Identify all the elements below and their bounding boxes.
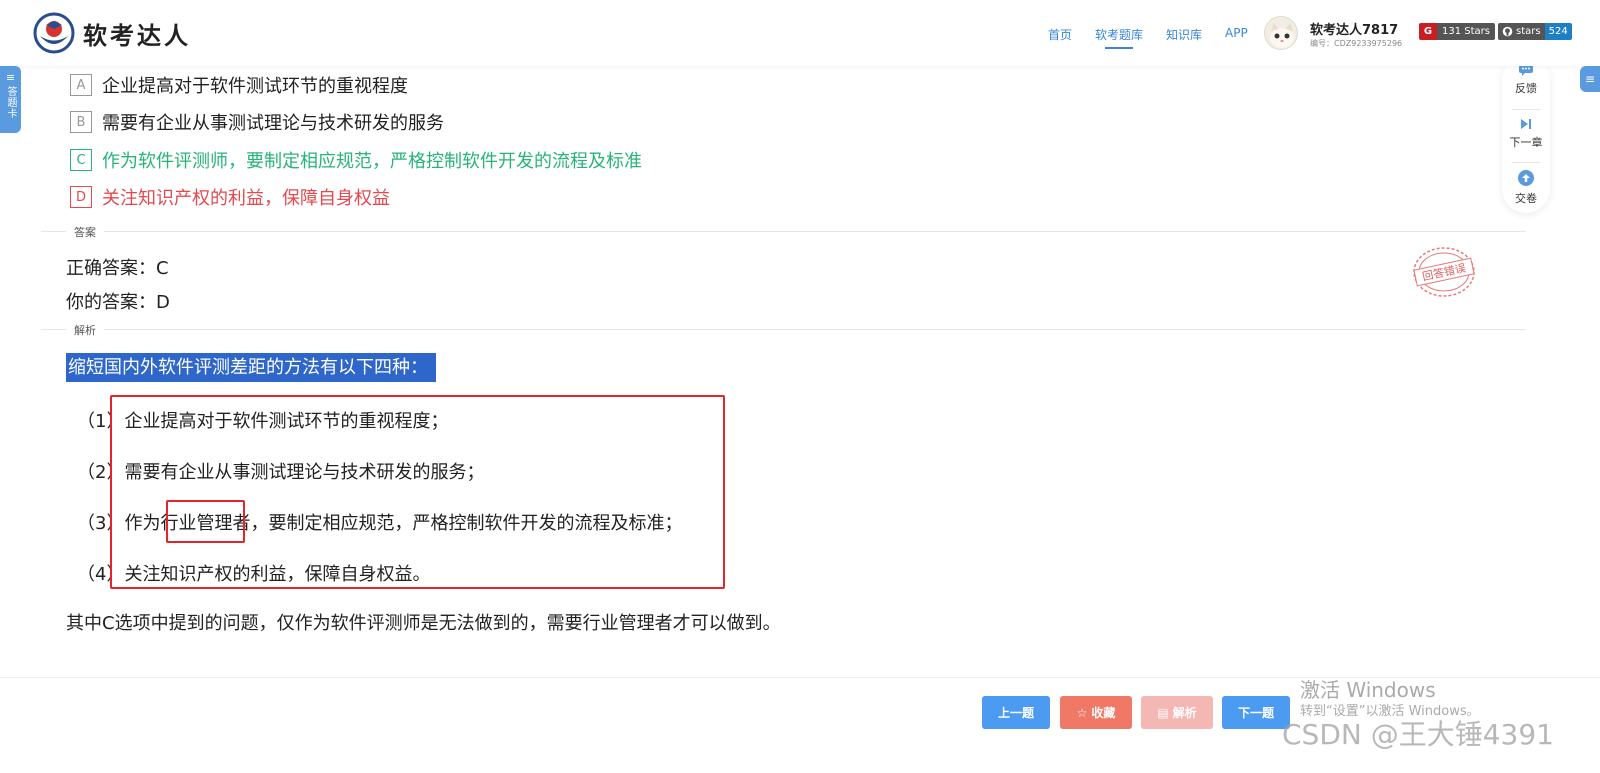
- wrong-answer-stamp: 回答错误: [1410, 245, 1478, 299]
- nav-home[interactable]: 首页: [1048, 26, 1072, 43]
- annotation-box: [110, 395, 725, 589]
- analysis-summary: 其中C选项中提到的问题，仅作为软件评测师是无法做到的，需要行业管理者才可以做到。: [66, 613, 781, 634]
- next-label: 下一题: [1237, 706, 1274, 720]
- user-name[interactable]: 软考达人7817: [1310, 19, 1398, 38]
- answer-section-label: 答案: [66, 224, 104, 240]
- github-stars-label: stars: [1516, 26, 1541, 37]
- analysis-section-label: 解析: [66, 322, 104, 338]
- feedback-button[interactable]: 反馈: [1502, 64, 1550, 96]
- main-nav: 首页 软考题库 知识库 APP: [1048, 26, 1271, 49]
- windows-activation-title: 激活 Windows: [1300, 678, 1436, 702]
- right-menu-tab[interactable]: ≡: [1580, 66, 1600, 92]
- brand-logo[interactable]: 软考达人: [33, 12, 191, 54]
- your-answer: 你的答案：D: [66, 292, 170, 313]
- submit-label: 交卷: [1515, 192, 1537, 205]
- favorite-label: 收藏: [1091, 706, 1116, 720]
- analysis-button[interactable]: ▤ 解析: [1141, 696, 1213, 729]
- submit-exam-button[interactable]: 交卷: [1502, 170, 1550, 206]
- star-icon: ☆: [1076, 705, 1088, 720]
- avatar[interactable]: [1264, 16, 1298, 50]
- menu-icon: ≡: [5, 71, 16, 84]
- next-question-button[interactable]: 下一题: [1222, 696, 1290, 729]
- prev-question-button[interactable]: 上一题: [982, 696, 1050, 729]
- answer-divider: [41, 231, 1526, 232]
- github-icon: [1502, 26, 1513, 37]
- stamp-icon: 回答错误: [1413, 247, 1475, 297]
- option-text: 关注知识产权的利益，保障自身权益: [102, 188, 390, 209]
- divider: [1512, 162, 1540, 163]
- gitee-stars-count: 131 Stars: [1437, 23, 1495, 40]
- option-text: 需要有企业从事测试理论与技术研发的服务: [102, 113, 444, 134]
- analysis-divider: [41, 329, 1526, 330]
- annotation-box-keyword: [166, 500, 245, 543]
- favorite-button[interactable]: ☆ 收藏: [1060, 696, 1132, 729]
- correct-answer: 正确答案：C: [66, 258, 169, 279]
- top-header: 软考达人 首页 软考题库 知识库 APP 软考达人7817 编号：CDZ9233…: [0, 0, 1600, 66]
- nav-question-bank[interactable]: 软考题库: [1095, 26, 1143, 49]
- user-id: 编号：CDZ9233975296: [1310, 39, 1403, 48]
- cat-avatar-icon: [1270, 23, 1294, 48]
- gitee-icon: G: [1419, 23, 1437, 40]
- brand-name: 软考达人: [83, 21, 191, 50]
- document-icon: ▤: [1157, 705, 1169, 720]
- github-stars-count: 524: [1544, 23, 1572, 40]
- nav-app[interactable]: APP: [1225, 26, 1248, 43]
- prev-label: 上一题: [997, 706, 1034, 720]
- option-d[interactable]: D 关注知识产权的利益，保障自身权益: [70, 184, 390, 210]
- upload-arrow-icon: [1518, 170, 1534, 186]
- option-letter: C: [70, 149, 92, 171]
- next-chapter-button[interactable]: 下一章: [1502, 118, 1550, 150]
- option-c[interactable]: C 作为软件评测师，要制定相应规范，严格控制软件开发的流程及标准: [70, 147, 642, 173]
- option-letter: A: [70, 74, 92, 96]
- nav-knowledge-base[interactable]: 知识库: [1166, 26, 1202, 43]
- answer-card-tab[interactable]: ≡ 答题卡: [0, 66, 21, 133]
- csdn-watermark: CSDN @王大锤4391: [1282, 718, 1554, 751]
- option-a[interactable]: A 企业提高对于软件测试环节的重视程度: [70, 72, 408, 98]
- option-letter: B: [70, 111, 92, 133]
- feedback-label: 反馈: [1515, 82, 1537, 95]
- gitee-stars-badge[interactable]: G 131 Stars: [1419, 23, 1495, 40]
- option-b[interactable]: B 需要有企业从事测试理论与技术研发的服务: [70, 109, 444, 135]
- divider: [1512, 109, 1540, 110]
- github-stars-badge[interactable]: stars 524: [1498, 23, 1572, 40]
- answer-card-label: 答题卡: [5, 86, 16, 119]
- option-text: 作为软件评测师，要制定相应规范，严格控制软件开发的流程及标准: [102, 151, 642, 172]
- skip-next-icon: [1521, 119, 1531, 129]
- analysis-label: 解析: [1172, 706, 1197, 720]
- floating-action-panel: 反馈 下一章 交卷: [1502, 56, 1550, 213]
- option-text: 企业提高对于软件测试环节的重视程度: [102, 76, 408, 97]
- menu-icon: ≡: [1584, 72, 1596, 86]
- next-chapter-label: 下一章: [1509, 136, 1543, 149]
- analysis-intro: 缩短国内外软件评测差距的方法有以下四种：: [66, 353, 436, 382]
- logo-icon: [33, 12, 75, 54]
- option-letter: D: [70, 186, 92, 208]
- github-badge-label: stars: [1498, 23, 1545, 40]
